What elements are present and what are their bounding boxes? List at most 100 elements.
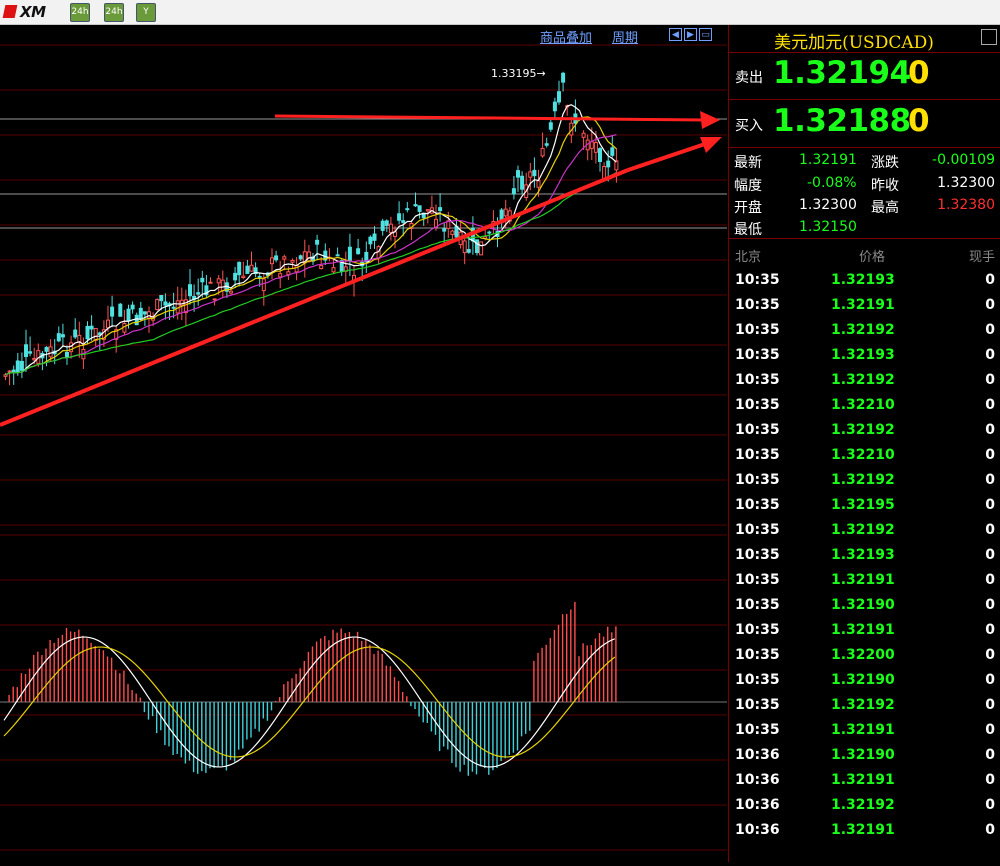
candle-body <box>65 351 69 358</box>
candle-body <box>89 325 94 330</box>
tick-row[interactable]: 10:35 1.32192 0 <box>729 319 1000 344</box>
tick-row[interactable]: 10:35 1.32200 0 <box>729 644 1000 669</box>
open-value: 1.32300 <box>799 197 857 213</box>
tick-volume: 0 <box>985 797 995 813</box>
tick-row[interactable]: 10:36 1.32191 0 <box>729 819 1000 844</box>
tick-time: 10:35 <box>735 397 780 413</box>
candle-body <box>532 169 537 177</box>
tick-volume: 0 <box>985 747 995 763</box>
tick-row[interactable]: 10:35 1.32190 0 <box>729 594 1000 619</box>
chart-button[interactable]: 24h <box>104 3 124 22</box>
buy-quote-row[interactable]: 买入 1.32188 0 <box>729 101 1000 148</box>
candle-body <box>286 271 291 276</box>
tick-row[interactable]: 10:35 1.32192 0 <box>729 469 1000 494</box>
tick-list[interactable]: 10:35 1.32193 0 10:35 1.32191 0 10:35 1.32192 0 1… <box>729 269 1000 844</box>
tick-row[interactable]: 10:35 1.32191 0 <box>729 719 1000 744</box>
tick-row[interactable]: 10:35 1.32193 0 <box>729 269 1000 294</box>
candle-body <box>134 314 139 326</box>
tick-volume: 0 <box>985 372 995 388</box>
tick-row[interactable]: 10:35 1.32192 0 <box>729 369 1000 394</box>
candle-body <box>511 188 516 195</box>
tick-volume: 0 <box>985 822 995 838</box>
tick-volume: 0 <box>985 597 995 613</box>
candle-body <box>388 223 393 233</box>
tick-row[interactable]: 10:35 1.32191 0 <box>729 569 1000 594</box>
tick-time: 10:35 <box>735 322 780 338</box>
tick-price: 1.32191 <box>831 772 895 788</box>
buy-label: 买入 <box>735 118 763 134</box>
candle-body <box>110 306 115 317</box>
tick-volume: 0 <box>985 672 995 688</box>
tick-price: 1.32192 <box>831 797 895 813</box>
candle-body <box>614 160 619 171</box>
candle-body <box>15 360 20 373</box>
overlay-product-link[interactable]: 商品叠加 <box>540 31 592 46</box>
candle-body <box>11 369 16 373</box>
candle-body <box>270 257 274 265</box>
candle-body <box>200 277 205 283</box>
candle-body <box>274 255 279 261</box>
sell-quote-row[interactable]: 卖出 1.32194 0 <box>729 53 1000 100</box>
period-link[interactable]: 周期 <box>612 31 638 46</box>
candle-body <box>335 254 340 257</box>
tick-row[interactable]: 10:35 1.32191 0 <box>729 294 1000 319</box>
tick-time: 10:35 <box>735 697 780 713</box>
tick-row[interactable]: 10:35 1.32192 0 <box>729 419 1000 444</box>
range-value: -0.08% <box>807 175 857 191</box>
tick-row[interactable]: 10:36 1.32191 0 <box>729 769 1000 794</box>
filter-button[interactable]: Y <box>136 3 156 22</box>
tick-row[interactable]: 10:36 1.32190 0 <box>729 744 1000 769</box>
latest-label: 最新 <box>734 155 762 171</box>
tick-volume: 0 <box>985 322 995 338</box>
tick-row[interactable]: 10:35 1.32192 0 <box>729 694 1000 719</box>
candle-body <box>147 311 151 319</box>
tick-row[interactable]: 10:35 1.32210 0 <box>729 444 1000 469</box>
candle-body <box>315 239 320 245</box>
candle-body <box>405 208 410 211</box>
tick-row[interactable]: 10:36 1.32192 0 <box>729 794 1000 819</box>
chart-24h-button[interactable]: 24h <box>70 3 90 22</box>
zoom-icon[interactable]: ▭ <box>699 28 712 41</box>
tick-price: 1.32210 <box>831 397 895 413</box>
high-label: 最高 <box>871 200 899 216</box>
maximize-icon[interactable] <box>981 29 997 45</box>
tick-price: 1.32191 <box>831 572 895 588</box>
candle-body <box>282 256 287 260</box>
price-chart[interactable]: 商品叠加 周期 ◀ ▶ ▭ 1.33195→ <box>0 25 727 862</box>
candle-body <box>516 170 520 178</box>
candle-body <box>7 370 12 373</box>
tick-row[interactable]: 10:35 1.32191 0 <box>729 619 1000 644</box>
candlestick-chart-svg[interactable] <box>0 25 727 862</box>
candle-body <box>93 328 98 341</box>
tick-price: 1.32193 <box>831 547 895 563</box>
candle-body <box>380 220 385 231</box>
arrow-right-icon[interactable]: ▶ <box>684 28 697 41</box>
tick-price: 1.32210 <box>831 447 895 463</box>
tick-row[interactable]: 10:35 1.32192 0 <box>729 519 1000 544</box>
stats-grid: 最新 1.32191 涨跌 -0.00109 幅度 -0.08% 昨收 1.32… <box>729 148 1000 239</box>
tick-row[interactable]: 10:35 1.32210 0 <box>729 394 1000 419</box>
candle-body <box>561 72 566 83</box>
volume-column-header: 现手 <box>968 250 995 265</box>
ma40-line <box>5 172 617 376</box>
tick-row[interactable]: 10:35 1.32193 0 <box>729 344 1000 369</box>
tick-time: 10:35 <box>735 372 780 388</box>
candle-body <box>212 298 217 301</box>
tick-price: 1.32191 <box>831 297 895 313</box>
sell-price: 1.32194 <box>773 55 911 91</box>
arrow-left-icon[interactable]: ◀ <box>669 28 682 41</box>
candle-body <box>261 278 266 292</box>
chart-links: 商品叠加 周期 <box>540 27 658 46</box>
candle-body <box>548 122 553 130</box>
tick-volume: 0 <box>985 472 995 488</box>
candle-body <box>155 299 160 311</box>
candle-body <box>32 357 37 361</box>
candle-body <box>462 240 467 254</box>
prev-close-label: 昨收 <box>871 178 899 194</box>
tick-row[interactable]: 10:35 1.32193 0 <box>729 544 1000 569</box>
tick-volume: 0 <box>985 297 995 313</box>
tick-row[interactable]: 10:35 1.32190 0 <box>729 669 1000 694</box>
arrow-right-icon <box>700 111 720 129</box>
tick-volume: 0 <box>985 422 995 438</box>
tick-row[interactable]: 10:35 1.32195 0 <box>729 494 1000 519</box>
